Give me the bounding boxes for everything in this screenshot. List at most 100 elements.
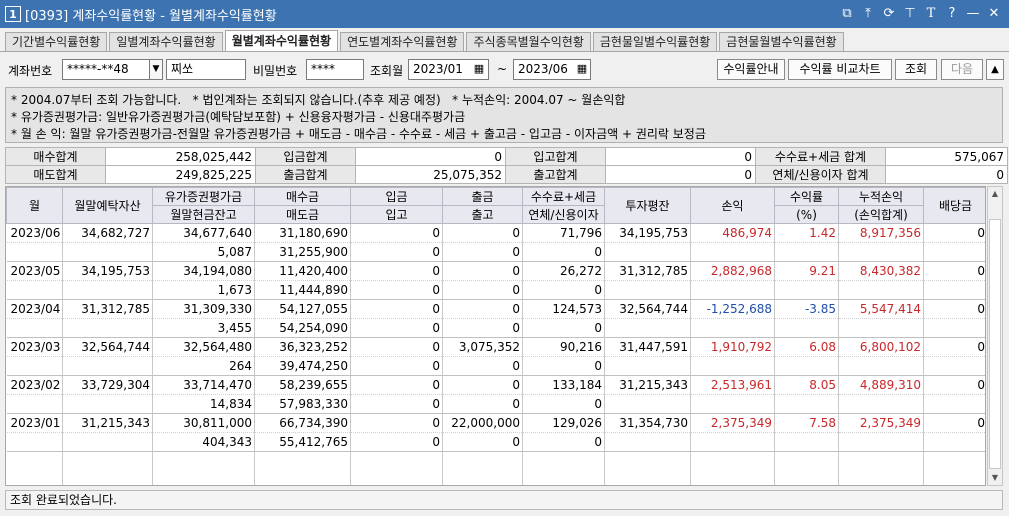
table-row-sub[interactable]: 5,087 31,255,900 0 0 0 (6, 242, 985, 262)
header-cum-sum: (손익합계) (838, 205, 924, 224)
cell-out: 0 (442, 280, 523, 300)
password-input[interactable]: **** (306, 59, 364, 80)
cell-interest: 0 (522, 432, 605, 452)
monthly-table: 월 월말예탁자산 유가증권평가금 매수금 입금 출금 수수료+세금 투자평잔 손… (6, 187, 985, 485)
cell-empty (604, 394, 691, 414)
tab-gold-monthly[interactable]: 금현물월별수익률현황 (719, 32, 844, 52)
scroll-thumb[interactable] (989, 219, 1001, 469)
account-dropdown-icon[interactable]: ▼ (149, 59, 163, 80)
cell-month: 2023/01 (6, 413, 63, 433)
cell-empty (6, 451, 63, 471)
summary-table: 매수합계 258,025,442 입금합계 0 입고합계 0 수수료+세금 합계… (5, 147, 1008, 184)
cell-empty (923, 470, 985, 485)
cell-dividend: 0 (923, 299, 985, 319)
cell-empty (838, 470, 924, 485)
window-title: [0393] 계좌수익률현황 - 월별계좌수익률현황 (25, 8, 277, 24)
account-input[interactable]: *****-**48 (62, 59, 150, 80)
cell-in: 0 (350, 280, 443, 300)
cell-empty (690, 356, 775, 376)
tab-stock-monthly[interactable]: 주식종목별월수익현황 (466, 32, 591, 52)
cell-sec-eval: 34,677,640 (152, 223, 255, 243)
cell-deposit: 0 (350, 223, 443, 243)
table-row[interactable]: 2023/05 34,195,753 34,194,080 11,420,400 0 0 2… (6, 261, 985, 281)
header-deposit: 입금 (350, 187, 443, 206)
status-bar: 조회 완료되었습니다. (5, 490, 1003, 510)
return-guide-button[interactable]: 수익률안내 (717, 59, 785, 80)
compare-chart-button[interactable]: 수익률 비교차트 (788, 59, 892, 80)
pin-top-icon[interactable]: ⤒ (859, 4, 877, 22)
tab-monthly[interactable]: 월별계좌수익률현황 (224, 30, 339, 52)
header-interest: 연체/신용이자 (522, 205, 605, 224)
scroll-up-icon[interactable]: ▲ (988, 187, 1002, 201)
calendar-from-icon[interactable]: ▦ (471, 59, 487, 80)
table-row[interactable]: 2023/01 31,215,343 30,811,000 66,734,390 0 22… (6, 413, 985, 433)
cell-empty (923, 432, 985, 452)
empty-row (6, 470, 985, 485)
cell-rate: -3.85 (774, 299, 839, 319)
cell-sec-eval: 33,714,470 (152, 375, 255, 395)
cell-sec-eval: 34,194,080 (152, 261, 255, 281)
cell-in: 0 (350, 242, 443, 262)
tab-yearly[interactable]: 연도별계좌수익률현황 (340, 32, 465, 52)
month-separator: ~ (497, 62, 508, 76)
tab-daily[interactable]: 일별계좌수익률현황 (109, 32, 223, 52)
cell-empty (774, 432, 839, 452)
cell-empty (62, 451, 153, 471)
cell-eom-deposit: 31,312,785 (62, 299, 153, 319)
cell-empty (604, 242, 691, 262)
cell-empty (923, 318, 985, 338)
cell-out: 0 (442, 432, 523, 452)
close-icon[interactable]: ✕ (985, 4, 1003, 22)
header-sell: 매도금 (254, 205, 351, 224)
window-number: 1 (5, 6, 21, 22)
calendar-to-icon[interactable]: ▦ (574, 59, 590, 80)
tab-period[interactable]: 기간별수익률현황 (5, 32, 108, 52)
cell-empty (690, 432, 775, 452)
link-icon[interactable]: ⟳ (880, 4, 898, 22)
pin-icon[interactable]: ⊤ (901, 4, 919, 22)
cell-pnl: 2,513,961 (690, 375, 775, 395)
sell-total-value: 249,825,225 (105, 165, 256, 184)
cell-empty (62, 318, 153, 338)
cell-empty (774, 356, 839, 376)
minimize-icon[interactable]: — (964, 4, 982, 22)
scroll-down-icon[interactable]: ▼ (988, 471, 1002, 485)
empty-row (6, 451, 985, 471)
cell-withdraw: 3,075,352 (442, 337, 523, 357)
table-row[interactable]: 2023/02 33,729,304 33,714,470 58,239,655 0 0 1… (6, 375, 985, 395)
cell-empty (254, 451, 351, 471)
text-size-icon[interactable]: T (922, 4, 940, 22)
table-row[interactable]: 2023/06 34,682,727 34,677,640 31,180,690 0 0 7… (6, 223, 985, 243)
header-month: 월 (6, 187, 63, 224)
table-row-sub[interactable]: 1,673 11,444,890 0 0 0 (6, 280, 985, 300)
monthly-grid[interactable]: 월 월말예탁자산 유가증권평가금 매수금 입금 출금 수수료+세금 투자평잔 손… (5, 186, 986, 486)
cell-cum-pnl: 2,375,349 (838, 413, 924, 433)
cell-empty (923, 356, 985, 376)
collapse-up-button[interactable]: ▲ (986, 59, 1004, 80)
cell-eom-deposit: 33,729,304 (62, 375, 153, 395)
table-row-sub[interactable]: 14,834 57,983,330 0 0 0 (6, 394, 985, 414)
table-row[interactable]: 2023/04 31,312,785 31,309,330 54,127,055 0 0 1… (6, 299, 985, 319)
cell-empty (6, 432, 63, 452)
cell-fee: 133,184 (522, 375, 605, 395)
withdraw-total-value: 25,075,352 (355, 165, 506, 184)
cell-empty (838, 394, 924, 414)
grid-scrollbar[interactable]: ▲ ▼ (987, 186, 1003, 486)
cell-empty (774, 280, 839, 300)
restore-windows-icon[interactable]: ⧉ (838, 4, 856, 22)
cell-cash: 1,673 (152, 280, 255, 300)
cell-buy: 66,734,390 (254, 413, 351, 433)
next-button[interactable]: 다음 (941, 59, 983, 80)
cell-interest: 0 (522, 318, 605, 338)
table-row-sub[interactable]: 3,455 54,254,090 0 0 0 (6, 318, 985, 338)
help-icon[interactable]: ? (943, 4, 961, 22)
cell-empty (350, 451, 443, 471)
table-row[interactable]: 2023/03 32,564,744 32,564,480 36,323,252 0 3,… (6, 337, 985, 357)
table-row-sub[interactable]: 404,343 55,412,765 0 0 0 (6, 432, 985, 452)
cell-empty (923, 394, 985, 414)
search-button[interactable]: 조회 (895, 59, 937, 80)
table-row-sub[interactable]: 264 39,474,250 0 0 0 (6, 356, 985, 376)
cell-empty (838, 280, 924, 300)
cell-cum-pnl: 6,800,102 (838, 337, 924, 357)
tab-gold-daily[interactable]: 금현물일별수익률현황 (592, 32, 718, 52)
